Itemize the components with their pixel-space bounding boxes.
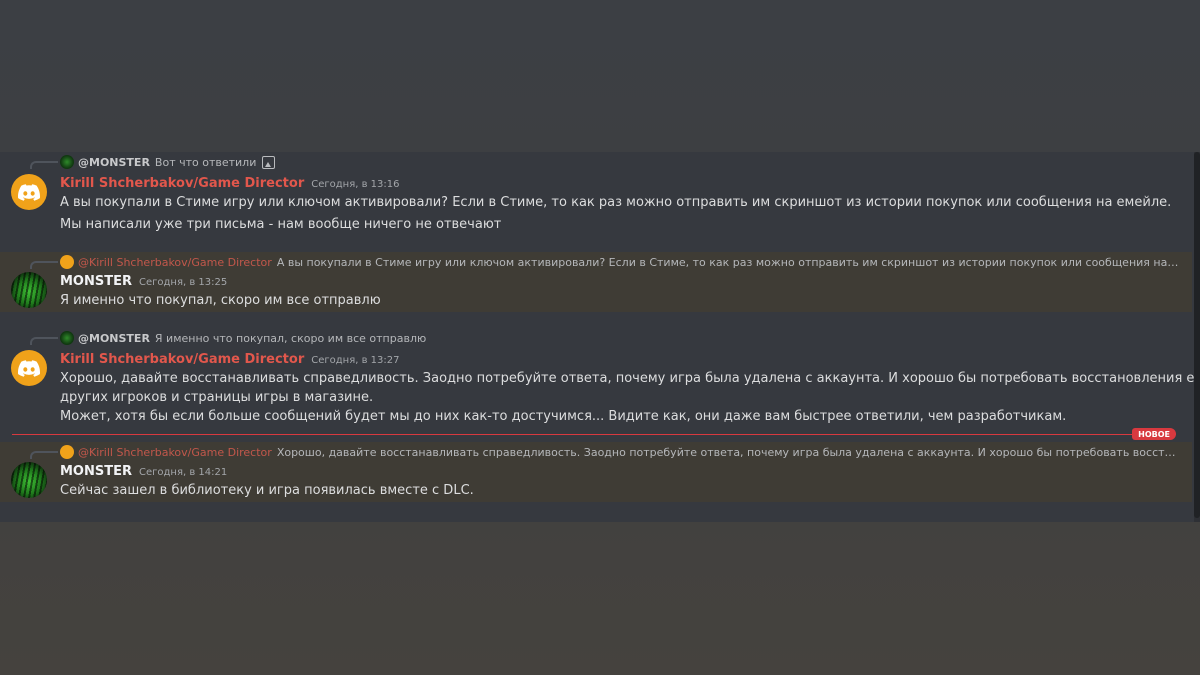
reply-avatar bbox=[60, 255, 74, 269]
reply-connector bbox=[30, 451, 58, 459]
reply-author[interactable]: @MONSTER bbox=[78, 332, 150, 345]
avatar[interactable] bbox=[11, 272, 47, 308]
discord-logo-icon bbox=[18, 183, 40, 201]
discord-logo-icon bbox=[18, 359, 40, 377]
reply-connector bbox=[30, 337, 58, 345]
message-timestamp: Сегодня, в 13:16 bbox=[311, 179, 400, 190]
message-text: Может, хотя бы если больше сообщений буд… bbox=[60, 409, 1067, 424]
reply-connector bbox=[30, 261, 58, 269]
reply-preview[interactable]: @MONSTER Вот что ответили bbox=[60, 154, 276, 170]
reply-author[interactable]: @Kirill Shcherbakov/Game Director bbox=[78, 446, 272, 459]
scrollbar-thumb[interactable] bbox=[1194, 152, 1200, 518]
reply-avatar bbox=[60, 331, 74, 345]
new-messages-divider bbox=[12, 434, 1176, 435]
message-item[interactable]: @Kirill Shcherbakov/Game Director Хорошо… bbox=[0, 442, 1192, 502]
reply-text: Я именно что покупал, скоро им все отпра… bbox=[154, 331, 427, 345]
reply-connector bbox=[30, 161, 58, 169]
reply-avatar bbox=[60, 155, 74, 169]
chat-messages: @MONSTER Вот что ответили Kirill Shcherb… bbox=[0, 152, 1200, 522]
reply-author[interactable]: @MONSTER bbox=[78, 156, 150, 169]
reply-preview[interactable]: @Kirill Shcherbakov/Game Director Хорошо… bbox=[60, 444, 1180, 460]
message-item[interactable]: @Kirill Shcherbakov/Game Director А вы п… bbox=[0, 252, 1192, 312]
message-text: Хорошо, давайте восстанавливать справедл… bbox=[60, 371, 1200, 386]
new-messages-badge: НОВОЕ bbox=[1132, 428, 1176, 440]
message-text: других игроков и страницы игры в магазин… bbox=[60, 390, 374, 405]
image-icon bbox=[262, 155, 276, 169]
reply-text: Хорошо, давайте восстанавливать справедл… bbox=[276, 445, 1180, 459]
reply-preview[interactable]: @MONSTER Я именно что покупал, скоро им … bbox=[60, 330, 426, 346]
reply-preview[interactable]: @Kirill Shcherbakov/Game Director А вы п… bbox=[60, 254, 1180, 270]
message-author[interactable]: MONSTER bbox=[60, 274, 132, 289]
message-author[interactable]: Kirill Shcherbakov/Game Director bbox=[60, 352, 304, 367]
avatar[interactable] bbox=[11, 462, 47, 498]
message-timestamp: Сегодня, в 13:25 bbox=[139, 277, 228, 288]
message-text: Мы написали уже три письма - нам вообще … bbox=[60, 217, 502, 232]
avatar[interactable] bbox=[11, 174, 47, 210]
message-text: Сейчас зашел в библиотеку и игра появила… bbox=[60, 483, 474, 498]
reply-text: А вы покупали в Стиме игру или ключом ак… bbox=[276, 255, 1180, 269]
message-item[interactable]: @MONSTER Вот что ответили Kirill Shcherb… bbox=[0, 152, 1192, 250]
avatar[interactable] bbox=[11, 350, 47, 386]
message-text: Я именно что покупал, скоро им все отпра… bbox=[60, 293, 381, 308]
scrollbar-track[interactable] bbox=[1194, 152, 1200, 522]
message-item[interactable]: @MONSTER Я именно что покупал, скоро им … bbox=[0, 328, 1200, 428]
message-text: А вы покупали в Стиме игру или ключом ак… bbox=[60, 195, 1172, 210]
reply-text: Вот что ответили bbox=[154, 155, 257, 169]
message-timestamp: Сегодня, в 13:27 bbox=[311, 355, 400, 366]
message-timestamp: Сегодня, в 14:21 bbox=[139, 467, 228, 478]
message-author[interactable]: Kirill Shcherbakov/Game Director bbox=[60, 176, 304, 191]
reply-avatar bbox=[60, 445, 74, 459]
message-author[interactable]: MONSTER bbox=[60, 464, 132, 479]
reply-author[interactable]: @Kirill Shcherbakov/Game Director bbox=[78, 256, 272, 269]
